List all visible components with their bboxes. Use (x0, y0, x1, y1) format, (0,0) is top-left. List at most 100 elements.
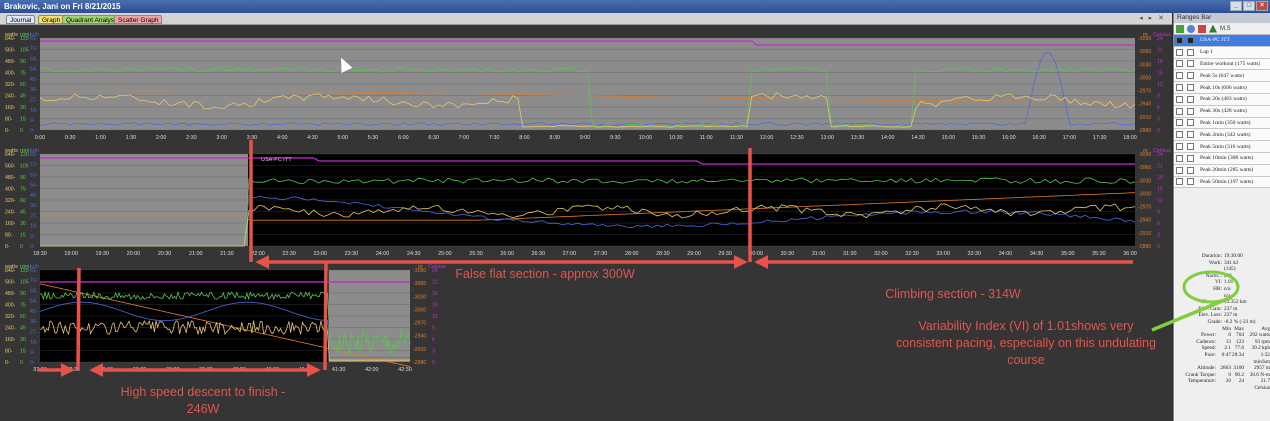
x-tick-label: 17:30 (1093, 135, 1107, 141)
x-tick-label: 31:00 (812, 251, 826, 257)
tab-graph[interactable]: Graph (38, 15, 65, 24)
range-lock-checkbox[interactable] (1187, 154, 1194, 162)
y-tick-kph: 36- (30, 203, 38, 209)
range-visibility-checkbox[interactable] (1176, 154, 1183, 162)
x-tick-label: 11:00 (700, 135, 713, 141)
x-tick-label: 20:00 (127, 251, 141, 257)
x-tick-label: 30:30 (781, 251, 795, 257)
range-visibility-checkbox[interactable] (1176, 131, 1183, 139)
annotation-descent: High speed descent to finish - 246W (120, 385, 286, 416)
y-tick-kph: 81- (30, 268, 38, 274)
range-lock-checkbox[interactable] (1187, 143, 1194, 151)
stat-row: (145) (1224, 266, 1236, 273)
range-lock-checkbox[interactable] (1187, 72, 1194, 80)
range-item[interactable]: Lap 1 (1174, 46, 1270, 59)
y-tick-rpm: 90 (20, 59, 26, 65)
y-tick-altitude: -2970 (413, 321, 426, 327)
close-button[interactable]: × (1256, 1, 1268, 11)
x-tick-label: 23:00 (314, 251, 328, 257)
stat-table-row: Altitude: 2863 3100 2957 m (1197, 365, 1270, 372)
mountain-icon[interactable] (1209, 24, 1217, 33)
y-tick-altitude: -2970 (1138, 89, 1151, 95)
add-range-icon[interactable] (1176, 24, 1184, 33)
range-lock-checkbox[interactable] (1187, 95, 1194, 103)
range-visibility-checkbox[interactable] (1176, 36, 1183, 44)
y-tick-temperature: 9 (1157, 94, 1160, 100)
y-tick-rpm: 120 (20, 268, 29, 274)
range-item[interactable]: Entire workout (175 watts) (1174, 58, 1270, 71)
range-lock-checkbox[interactable] (1187, 84, 1194, 92)
delete-range-icon[interactable] (1198, 24, 1206, 33)
y-tick-watts: 160- (5, 337, 16, 343)
title-bar: Brakovic, Jani on Fri 8/21/2015 _ □ × (0, 0, 1270, 13)
range-lock-checkbox[interactable] (1187, 48, 1194, 56)
range-lock-checkbox[interactable] (1187, 178, 1194, 186)
range-lock-checkbox[interactable] (1187, 166, 1194, 174)
y-tick-kph: 27- (30, 213, 38, 219)
y-tick-rpm: 0 (20, 128, 23, 134)
range-item-label: Lap 1 (1200, 49, 1213, 56)
range-item[interactable]: Peak 5min (316 watts) (1174, 141, 1270, 153)
minimize-button[interactable]: _ (1230, 1, 1242, 11)
range-item-label: Peak 10s (606 watts) (1200, 84, 1247, 91)
y-tick-watts: 0- (5, 244, 10, 250)
x-tick-label: 22:00 (251, 251, 265, 257)
y-tick-temperature: 24 (1157, 36, 1163, 42)
range-visibility-checkbox[interactable] (1176, 178, 1183, 186)
range-item[interactable]: Peak 5s (647 watts) (1174, 70, 1270, 83)
x-tick-label: 30:00 (750, 251, 764, 257)
y-tick-rpm: 75 (20, 187, 26, 193)
range-item[interactable]: Peak 10min (308 watts) (1174, 152, 1270, 165)
range-item[interactable]: Peak 20s (483 watts) (1174, 93, 1270, 106)
x-tick-label: 8:30 (549, 135, 560, 141)
y-tick-rpm: 15 (20, 233, 26, 239)
range-lock-checkbox[interactable] (1187, 131, 1194, 139)
refresh-icon[interactable] (1187, 24, 1195, 33)
range-visibility-checkbox[interactable] (1176, 166, 1183, 174)
annotation-vi: Variability Index (VI) of 1.01shows very… (896, 319, 1156, 367)
range-item[interactable]: Peak 2min (342 watts) (1174, 129, 1270, 142)
x-tick-label: 12:30 (790, 135, 804, 141)
range-lock-checkbox[interactable] (1187, 60, 1194, 68)
y-tick-kph: 54- (30, 67, 38, 73)
range-visibility-checkbox[interactable] (1176, 107, 1183, 115)
range-item[interactable]: Peak 20min (285 watts) (1174, 164, 1270, 177)
tab-journal[interactable]: Journal (6, 15, 36, 24)
tab-scroll-controls[interactable]: ◂ ▸ ✕ (1139, 14, 1166, 22)
y-tick-temperature: 0 (1157, 128, 1160, 134)
ranges-list: USA-PC ITT Lap 1 Entire workout (175 watts… (1174, 35, 1270, 189)
y-tick-temperature: 21 (1157, 48, 1163, 54)
range-visibility-checkbox[interactable] (1176, 84, 1183, 92)
range-visibility-checkbox[interactable] (1176, 143, 1183, 151)
range-lock-checkbox[interactable] (1187, 119, 1194, 127)
x-tick-label: 29:00 (687, 251, 701, 257)
range-visibility-checkbox[interactable] (1176, 48, 1183, 56)
range-lock-checkbox[interactable] (1187, 36, 1194, 44)
range-item[interactable]: Peak 1min (350 watts) (1174, 117, 1270, 130)
range-item[interactable]: Peak 30s (428 watts) (1174, 105, 1270, 118)
y-tick-altitude: -3000 (1138, 75, 1151, 81)
x-tick-label: 3:30 (247, 135, 258, 141)
range-lock-checkbox[interactable] (1187, 107, 1194, 115)
tab-bar: Journal Graph Quadrant Analysis Scatter … (0, 13, 1172, 25)
range-item[interactable]: USA-PC ITT (1174, 35, 1270, 47)
y-tick-rpm: 60 (20, 314, 26, 320)
maximize-button[interactable]: □ (1243, 1, 1255, 11)
x-tick-label: 0:30 (65, 135, 76, 141)
stat-table-row: Cadence: 13 123 93 rpm (1196, 338, 1270, 345)
y-tick-altitude: -2880 (413, 360, 426, 366)
range-item[interactable]: Peak 50min (197 watts) (1174, 176, 1270, 189)
x-tick-label: 29:30 (718, 251, 732, 257)
y-tick-watts: 400- (5, 187, 16, 193)
stat-row: HR: n/a (1213, 285, 1231, 292)
tab-scatter-graph[interactable]: Scatter Graph (114, 15, 163, 24)
y-tick-watts: 560- (5, 164, 16, 170)
range-visibility-checkbox[interactable] (1176, 72, 1183, 80)
range-visibility-checkbox[interactable] (1176, 119, 1183, 127)
range-visibility-checkbox[interactable] (1176, 95, 1183, 103)
range-item[interactable]: Peak 10s (606 watts) (1174, 82, 1270, 94)
x-tick-label: 5:30 (368, 135, 379, 141)
stat-row: n/a (1224, 292, 1231, 299)
range-visibility-checkbox[interactable] (1176, 60, 1183, 68)
stat-row: VI: 1.01 (1214, 279, 1234, 286)
